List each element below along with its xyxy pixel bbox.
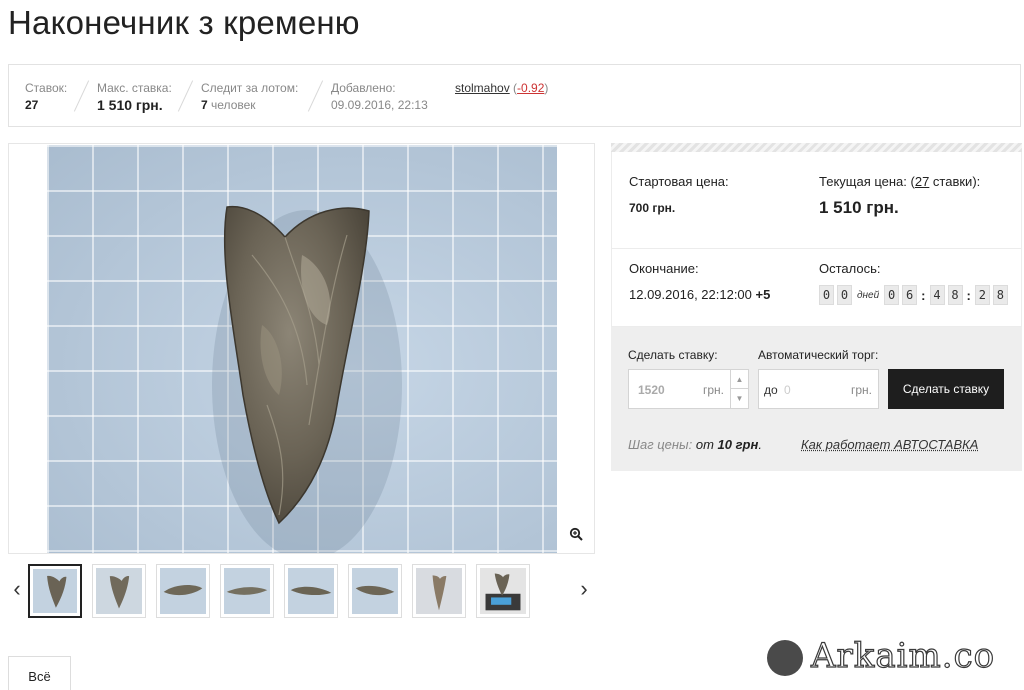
step-value: 10 грн [717, 437, 759, 452]
bids-count: Ставок: 27 [25, 81, 67, 112]
main-photo[interactable] [47, 145, 557, 553]
start-price: Стартовая цена: 700 грн. [629, 174, 729, 215]
main-photo-frame [8, 143, 595, 554]
max-bid-label: Макс. ставка: [97, 81, 172, 95]
auto-bid-placeholder: 0 [784, 383, 791, 397]
watchers-value: 7 человек [201, 98, 298, 112]
countdown-timer: 0 0 дней 0 6 : 4 8 : 2 8 [819, 285, 1008, 305]
auto-bid-currency: грн. [850, 383, 872, 397]
lot-info-bar: Ставок: 27 Макс. ставка: 1 510 грн. След… [8, 64, 1021, 127]
thumbnail[interactable] [156, 564, 210, 618]
watermark: Arkaim.co [767, 635, 1017, 680]
auto-bid-input[interactable]: до 0 грн. [758, 369, 879, 409]
price-info: Стартовая цена: 700 грн. Текущая цена: (… [611, 152, 1022, 327]
bid-panel: Стартовая цена: 700 грн. Текущая цена: (… [611, 143, 1022, 471]
end-time: Окончание: 12.09.2016, 22:12:00 +5 [629, 261, 770, 302]
thumbnail[interactable] [412, 564, 466, 618]
divider [612, 248, 1021, 249]
current-label-tail: ставки): [929, 174, 981, 189]
bid-stepper: ▲ ▼ [730, 370, 748, 408]
seller: stolmahov (-0.92) [455, 81, 549, 95]
timer-colon: : [921, 287, 926, 303]
added-date: Добавлено: 09.09.2016, 22:13 [331, 81, 428, 112]
end-value: 12.09.2016, 22:12:00 +5 [629, 287, 770, 302]
watchers-unit: человек [211, 98, 256, 112]
bid-amount-value: 1520 [638, 383, 665, 397]
chevron-down-icon[interactable]: ▼ [731, 389, 748, 408]
current-label-head: Текущая цена: ( [819, 174, 915, 189]
bid-form: Сделать ставку: 1520 грн. ▲ ▼ Автоматиче… [611, 327, 1022, 471]
arrowhead-image [212, 205, 402, 553]
end-label: Окончание: [629, 261, 699, 276]
end-datetime: 12.09.2016, 22:12:00 [629, 287, 752, 302]
chevron-left-icon[interactable]: ‹ [8, 576, 26, 602]
watermark-logo-icon [767, 640, 803, 676]
thumbnail[interactable] [476, 564, 530, 618]
max-bid: Макс. ставка: 1 510 грн. [97, 81, 172, 112]
zoom-in-icon[interactable] [566, 527, 586, 547]
start-price-label: Стартовая цена: [629, 174, 729, 189]
timer-digit: 0 [819, 285, 834, 305]
seller-link[interactable]: stolmahov [455, 81, 510, 95]
page-title: Наконечник з кременю [8, 4, 360, 41]
bids-value: 27 [25, 98, 39, 112]
bid-currency: грн. [702, 383, 724, 397]
chevron-up-icon[interactable]: ▲ [731, 370, 748, 389]
bid-amount-input[interactable]: 1520 грн. ▲ ▼ [628, 369, 749, 409]
thumbnail-strip: ‹ › [8, 560, 595, 620]
current-price: Текущая цена: (27 ставки): 1 510 грн. [819, 174, 980, 218]
timer-days-label: дней [857, 289, 880, 301]
place-bid-button[interactable]: Сделать ставку [888, 369, 1004, 409]
bid-amount-label: Сделать ставку: [628, 348, 718, 362]
timer-digit: 8 [992, 285, 1008, 305]
thumbnail[interactable] [92, 564, 146, 618]
timer-digit: 6 [902, 285, 918, 305]
timer-digit: 8 [947, 285, 963, 305]
watchers: Следит за лотом: 7 человек [201, 81, 298, 112]
auto-bid-label: Автоматический торг: [758, 348, 879, 362]
thumbnail[interactable] [348, 564, 402, 618]
autobid-help-link[interactable]: Как работает АВТОСТАВКА [801, 437, 978, 452]
step-dot: . [758, 437, 762, 452]
timer-digit: 0 [837, 285, 852, 305]
seller-rating[interactable]: -0.92 [517, 81, 544, 95]
time-left-label: Осталось: [819, 261, 881, 276]
current-price-value: 1 510 грн. [819, 198, 899, 217]
divider [177, 80, 194, 112]
all-tab-button[interactable]: Всё [8, 656, 71, 690]
start-price-value: 700 грн. [629, 201, 676, 215]
chevron-right-icon[interactable]: › [575, 576, 593, 602]
bids-link[interactable]: 27 [915, 174, 929, 189]
divider [307, 80, 324, 112]
watchers-label: Следит за лотом: [201, 81, 299, 95]
thumbnail[interactable] [284, 564, 338, 618]
step-label: Шаг цены: [628, 437, 693, 452]
time-left: Осталось: 0 0 дней 0 6 : 4 8 : 2 8 [819, 261, 1008, 305]
divider [73, 80, 90, 112]
timer-digit: 0 [884, 285, 900, 305]
current-price-label: Текущая цена: (27 ставки): [819, 174, 980, 190]
step-from: от [695, 437, 714, 452]
timer-colon: : [966, 287, 971, 303]
bids-label: Ставок: [25, 81, 68, 95]
added-label: Добавлено: [331, 81, 396, 95]
price-step: Шаг цены: от 10 грн. [628, 437, 762, 452]
timer-digit: 4 [929, 285, 945, 305]
thumbnail[interactable] [220, 564, 274, 618]
watchers-count: 7 [201, 98, 208, 112]
max-bid-value: 1 510 грн. [97, 97, 163, 113]
auto-bid-prefix: до [764, 383, 778, 397]
watermark-text: Arkaim.co [810, 635, 996, 676]
thumbnail[interactable] [28, 564, 82, 618]
end-timezone: +5 [755, 287, 771, 302]
panel-stripe [611, 143, 1022, 152]
added-value: 09.09.2016, 22:13 [331, 98, 428, 112]
timer-digit: 2 [974, 285, 990, 305]
